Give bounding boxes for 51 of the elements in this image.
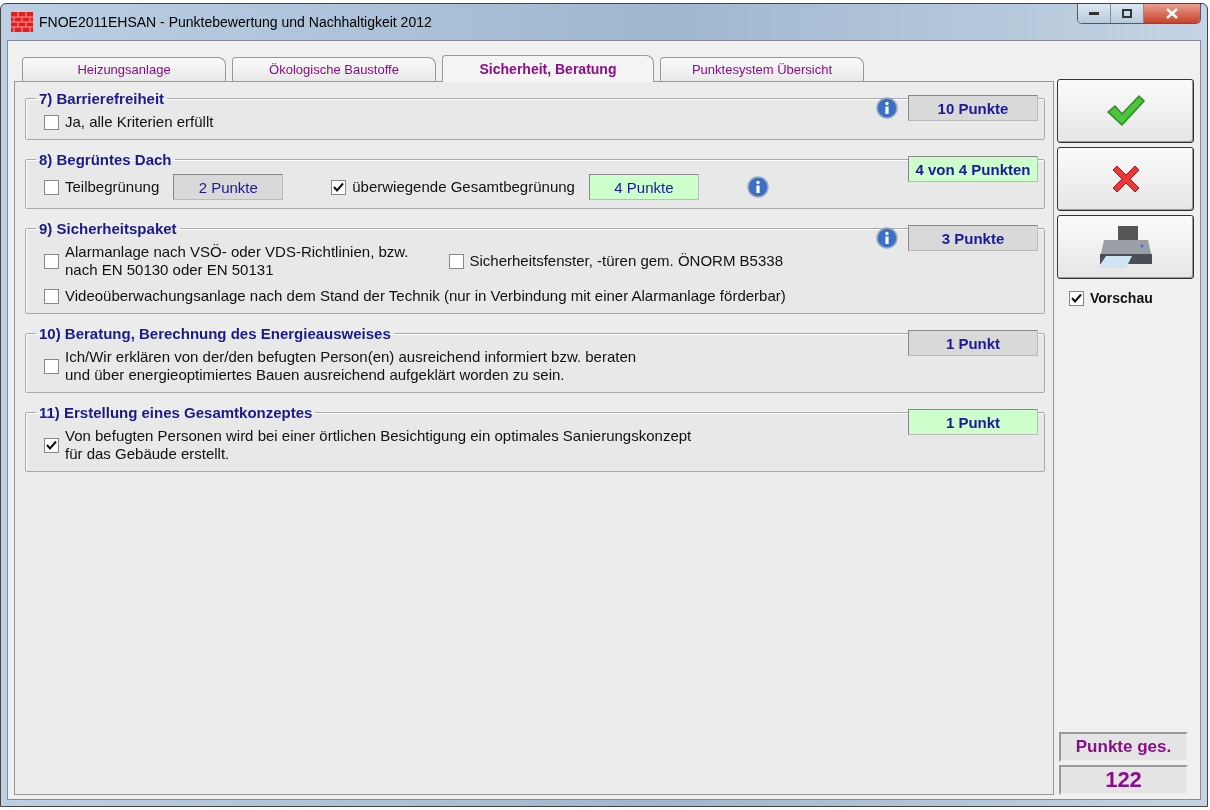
- checkbox[interactable]: [331, 179, 347, 195]
- section-title: 10) Beratung, Berechnung des Energieausweises: [38, 325, 392, 342]
- close-icon: [1166, 8, 1178, 19]
- checkbox-label: Von befugten Personen wird bei einer örtlichen Besichtigung ein optimales Sanierungskonzept für das Gebäude erstellt.: [65, 427, 692, 463]
- checkbox-label: überwiegende Gesamtbegrünung: [352, 178, 575, 196]
- checkbox-label: Ja, alle Kriterien erfüllt: [65, 113, 214, 131]
- points-field: 2 Punkte: [173, 174, 284, 200]
- tab[interactable]: Heizungsanlage: [22, 57, 226, 81]
- tab[interactable]: Punktesystem Übersicht: [660, 57, 864, 81]
- points-field: 1 Punkt: [908, 330, 1038, 356]
- print-button[interactable]: [1057, 215, 1194, 279]
- checkmark-icon: [1105, 94, 1146, 128]
- section-title: 11) Erstellung eines Gesamtkonzeptes: [38, 404, 314, 421]
- points-field: 4 Punkte: [588, 174, 699, 200]
- cancel-button[interactable]: [1057, 147, 1194, 211]
- section-title: 8) Begrüntes Dach: [38, 151, 173, 168]
- app-icon: [11, 12, 33, 32]
- info-icon[interactable]: [876, 97, 898, 119]
- minimize-icon: [1089, 11, 1099, 16]
- checkbox-label: Ich/Wir erklären von der/den befugten Person(en) ausreichend informiert bzw. beraten und über energieoptimiertes Bauen ausreichend aufgeklärt worden zu sein.: [65, 348, 637, 384]
- checkbox[interactable]: [44, 358, 59, 374]
- points-field: 10 Punkte: [908, 95, 1038, 121]
- total-value: 122: [1059, 765, 1188, 795]
- checkbox-label: Sicherheitsfenster, -türen gem. ÖNORM B5338: [469, 252, 783, 270]
- ok-button[interactable]: [1057, 79, 1194, 143]
- close-button[interactable]: [1144, 4, 1200, 23]
- checkbox-label: Vorschau: [1090, 289, 1153, 307]
- points-field: 1 Punkt: [908, 409, 1038, 435]
- info-icon[interactable]: [876, 227, 898, 249]
- checkbox[interactable]: [1069, 290, 1084, 306]
- total-label: Punkte ges.: [1059, 732, 1188, 762]
- checkbox[interactable]: [44, 288, 59, 304]
- tab[interactable]: Ökologische Baustoffe: [232, 57, 436, 81]
- section-title: 9) Sicherheitspaket: [38, 220, 178, 237]
- window-title: FNOE2011EHSAN - Punktebewertung und Nachhaltigkeit 2012: [39, 14, 432, 30]
- info-icon[interactable]: [746, 176, 769, 198]
- maximize-button[interactable]: [1111, 4, 1144, 23]
- checkbox-label: Videoüberwachungsanlage nach dem Stand der Technik (nur in Verbindung mit einer Alarmanlage förderbar): [65, 287, 786, 305]
- points-field: 4 von 4 Punkten: [908, 156, 1038, 182]
- checkbox-label: Alarmanlage nach VSÖ- oder VDS-Richtlinien, bzw. nach EN 50130 oder EN 50131: [65, 243, 409, 279]
- checkbox[interactable]: [44, 253, 59, 269]
- maximize-icon: [1122, 9, 1132, 18]
- checkbox[interactable]: [448, 253, 464, 269]
- tab[interactable]: Sicherheit, Beratung: [442, 55, 654, 82]
- points-field: 3 Punkte: [908, 225, 1038, 251]
- checkbox[interactable]: [44, 437, 59, 453]
- checkbox[interactable]: [44, 179, 59, 195]
- section-title: 7) Barrierefreiheit: [38, 90, 166, 107]
- checkbox[interactable]: [44, 114, 59, 130]
- checkbox-label: Teilbegrünung: [65, 178, 160, 196]
- minimize-button[interactable]: [1078, 4, 1111, 23]
